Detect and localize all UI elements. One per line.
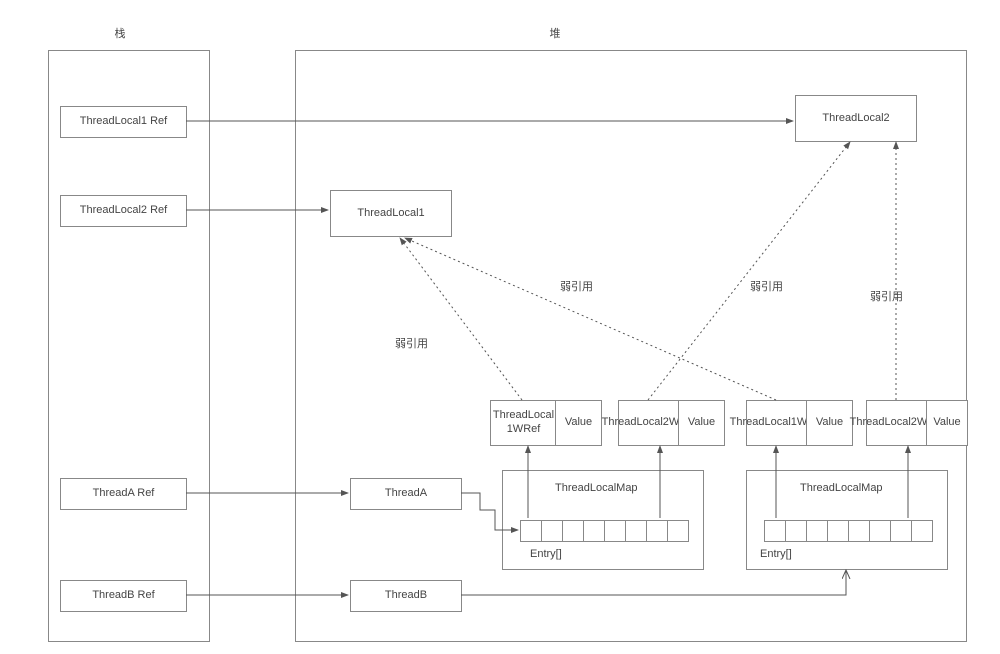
heap-thread-b: ThreadB (350, 580, 462, 612)
stack-container (48, 50, 210, 642)
entry-b-v2: Value (926, 400, 968, 446)
map-a-entries (520, 520, 689, 542)
heap-threadlocal2: ThreadLocal2 (795, 95, 917, 142)
ref-thread-a: ThreadA Ref (60, 478, 187, 510)
weak-ref-label-4: 弱引用 (870, 288, 903, 304)
diagram-canvas: 栈 堆 ThreadLocal1 Ref ThreadLocal2 Ref Th… (0, 0, 1000, 654)
weak-ref-label-2: 弱引用 (560, 278, 593, 294)
heap-threadlocal1: ThreadLocal1 (330, 190, 452, 237)
ref-threadlocal2: ThreadLocal2 Ref (60, 195, 187, 227)
entry-a-k2: ThreadLocal2WRef (618, 400, 680, 446)
heap-title: 堆 (535, 25, 575, 41)
map-b-entry-label: Entry[] (760, 548, 792, 560)
entry-b-k2: ThreadLocal2WRef (866, 400, 928, 446)
stack-title: 栈 (100, 25, 140, 41)
ref-threadlocal1: ThreadLocal1 Ref (60, 106, 187, 138)
ref-thread-b: ThreadB Ref (60, 580, 187, 612)
map-b-title: ThreadLocalMap (800, 482, 883, 494)
entry-b-k1: ThreadLocal1WRef (746, 400, 808, 446)
entry-a-v1: Value (555, 400, 602, 446)
weak-ref-label-3: 弱引用 (750, 278, 783, 294)
entry-b-v1: Value (806, 400, 853, 446)
entry-a-k1: ThreadLocal 1WRef (490, 400, 557, 446)
weak-ref-label-1: 弱引用 (395, 335, 428, 351)
map-a-title: ThreadLocalMap (555, 482, 638, 494)
map-a-entry-label: Entry[] (530, 548, 562, 560)
map-b-entries (764, 520, 933, 542)
heap-thread-a: ThreadA (350, 478, 462, 510)
entry-a-v2: Value (678, 400, 725, 446)
